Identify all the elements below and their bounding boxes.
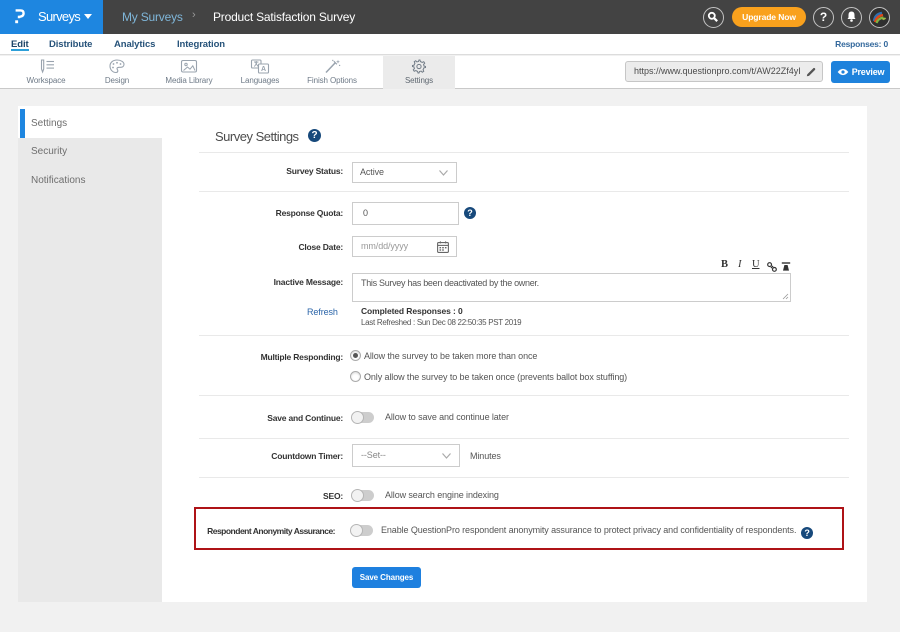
svg-text:A: A <box>261 66 266 73</box>
